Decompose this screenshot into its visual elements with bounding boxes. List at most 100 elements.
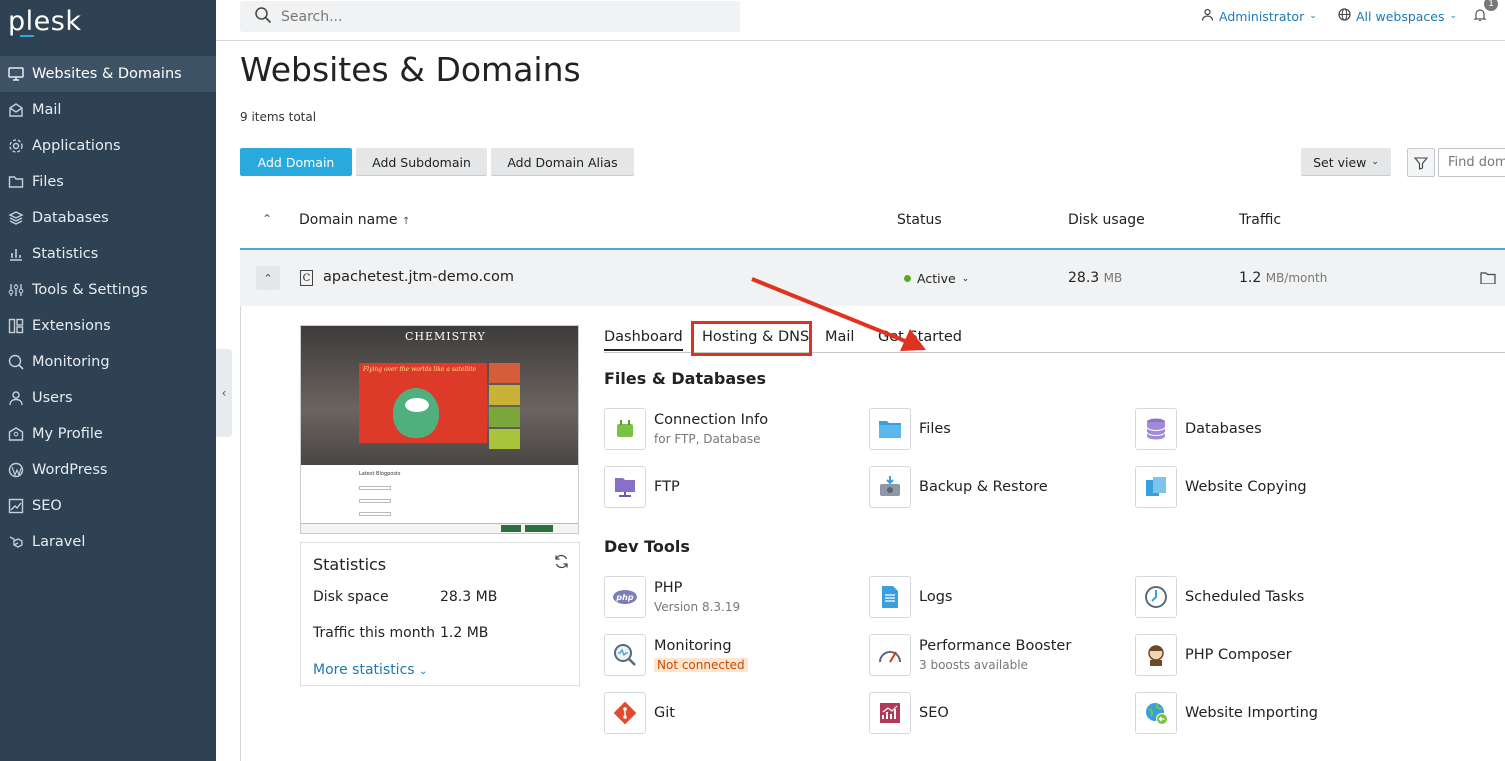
tool-website-copying[interactable]: Website Copying [1135, 466, 1307, 508]
laravel-icon [8, 534, 24, 550]
tool-name: Performance Booster [919, 638, 1072, 654]
files-folder-icon [869, 408, 911, 450]
notifications-button[interactable] [1473, 7, 1487, 21]
sidebar-nav: Websites & Domains Mail Applications Fil… [0, 56, 216, 560]
user-menu[interactable]: Administrator ⌄ [1201, 8, 1317, 24]
globe-icon [1338, 8, 1351, 24]
sidebar-item-label: Statistics [32, 246, 99, 262]
disk-usage-unit: MB [1103, 271, 1123, 285]
monitoring-icon [8, 354, 24, 370]
add-subdomain-button[interactable]: Add Subdomain [356, 148, 487, 176]
tool-scheduled-tasks[interactable]: Scheduled Tasks [1135, 576, 1304, 618]
tool-seo[interactable]: SEO [869, 692, 949, 734]
search-icon [254, 6, 272, 28]
tool-php[interactable]: php PHP Version 8.3.19 [604, 576, 740, 618]
plug-icon [604, 408, 646, 450]
tool-subtitle: 3 boosts available [919, 658, 1028, 672]
disk-space-label: Disk space [313, 589, 389, 605]
webspaces-menu[interactable]: All webspaces ⌄ [1338, 8, 1457, 24]
screenshot-banner-text: Flying over the worlds like a satellite [363, 366, 477, 373]
more-statistics-link[interactable]: More statistics ⌄ [313, 662, 427, 678]
sidebar-collapse-button[interactable]: ‹ [216, 349, 232, 437]
filter-button[interactable] [1407, 148, 1435, 177]
tool-files[interactable]: Files [869, 408, 951, 450]
sidebar-item-wordpress[interactable]: WordPress [0, 452, 216, 488]
topbar: Administrator ⌄ All webspaces ⌄ 1 [216, 0, 1505, 41]
monitoring-magnifier-icon [604, 634, 646, 676]
column-header-domain[interactable]: Domain name ↑ [299, 212, 410, 228]
domain-link[interactable]: apachetest.jtm-demo.com [323, 269, 514, 285]
sidebar-item-monitoring[interactable]: Monitoring [0, 344, 216, 380]
sidebar-item-users[interactable]: Users [0, 380, 216, 416]
main-content: Websites & Domains 9 items total Add Dom… [240, 41, 1505, 761]
column-header-disk-usage[interactable]: Disk usage [1068, 212, 1145, 228]
search-input[interactable] [281, 8, 701, 25]
sidebar-item-extensions[interactable]: Extensions [0, 308, 216, 344]
add-domain-alias-button[interactable]: Add Domain Alias [491, 148, 634, 176]
screenshot-accept-button [501, 525, 521, 532]
user-name: Administrator [1219, 8, 1305, 24]
chevron-down-icon: ⌄ [1371, 157, 1379, 167]
sliders-icon [8, 282, 24, 298]
sidebar: plesk Websites & Domains Mail Applicatio… [0, 0, 216, 761]
sidebar-item-my-profile[interactable]: My Profile [0, 416, 216, 452]
screenshot-form-title: Latest Blogposts [359, 471, 401, 477]
row-collapse-button[interactable]: ⌃ [256, 266, 280, 290]
refresh-icon[interactable] [553, 553, 570, 570]
sidebar-item-label: Users [32, 390, 73, 406]
plesk-logo[interactable]: plesk [8, 6, 81, 37]
find-domain-input[interactable]: Find dom [1438, 148, 1505, 177]
open-folder-icon[interactable] [1480, 272, 1496, 284]
tool-name: SEO [919, 705, 949, 721]
tool-connection-info[interactable]: Connection Info for FTP, Database [604, 408, 768, 450]
sidebar-item-mail[interactable]: Mail [0, 92, 216, 128]
chevron-down-icon: ⌄ [1309, 11, 1317, 21]
traffic-month-value: 1.2 MB [440, 625, 489, 641]
column-header-traffic[interactable]: Traffic [1239, 212, 1281, 228]
copy-icon [1135, 466, 1177, 508]
tool-name: FTP [654, 479, 680, 495]
chevron-up-icon: ⌃ [263, 271, 273, 285]
sidebar-item-label: WordPress [32, 462, 108, 478]
tool-php-composer[interactable]: PHP Composer [1135, 634, 1292, 676]
set-view-button[interactable]: Set view ⌄ [1301, 148, 1391, 176]
sidebar-item-statistics[interactable]: Statistics [0, 236, 216, 272]
tab-dashboard[interactable]: Dashboard [604, 329, 683, 351]
sidebar-item-applications[interactable]: Applications [0, 128, 216, 164]
column-header-status[interactable]: Status [897, 212, 942, 228]
extensions-icon [8, 318, 24, 334]
tool-name: Backup & Restore [919, 479, 1048, 495]
screenshot-tile [489, 407, 520, 427]
database-stack-icon [1135, 408, 1177, 450]
tool-git[interactable]: Git [604, 692, 675, 734]
sidebar-item-label: Applications [32, 138, 121, 154]
sidebar-item-label: Mail [32, 102, 62, 118]
tool-monitoring[interactable]: Monitoring Not connected [604, 634, 748, 676]
tool-ftp[interactable]: FTP [604, 466, 680, 508]
tool-website-importing[interactable]: Website Importing [1135, 692, 1318, 734]
tool-databases[interactable]: Databases [1135, 408, 1262, 450]
tool-performance-booster[interactable]: Performance Booster 3 boosts available [869, 634, 1071, 676]
sidebar-item-laravel[interactable]: Laravel [0, 524, 216, 560]
website-screenshot[interactable]: CHEMISTRY Flying over the worlds like a … [300, 325, 579, 534]
tool-backup-restore[interactable]: Backup & Restore [869, 466, 1048, 508]
site-favicon-icon: C [300, 270, 313, 286]
tool-logs[interactable]: Logs [869, 576, 952, 618]
sidebar-item-websites-domains[interactable]: Websites & Domains [0, 56, 216, 92]
monitor-icon [8, 66, 24, 82]
disk-space-value: 28.3 MB [440, 589, 498, 605]
sidebar-item-tools-settings[interactable]: Tools & Settings [0, 272, 216, 308]
sidebar-item-files[interactable]: Files [0, 164, 216, 200]
sidebar-item-label: SEO [32, 498, 62, 514]
filter-icon [1414, 156, 1428, 170]
sidebar-item-databases[interactable]: Databases [0, 200, 216, 236]
sidebar-item-seo[interactable]: SEO [0, 488, 216, 524]
git-icon [604, 692, 646, 734]
webspaces-label: All webspaces [1356, 8, 1445, 24]
svg-text:php: php [615, 593, 633, 602]
global-search[interactable] [240, 1, 740, 32]
speedometer-icon [869, 634, 911, 676]
add-domain-button[interactable]: Add Domain [240, 148, 352, 176]
collapse-all-icon[interactable]: ⌃ [262, 212, 272, 226]
traffic-number: 1.2 [1239, 270, 1262, 286]
